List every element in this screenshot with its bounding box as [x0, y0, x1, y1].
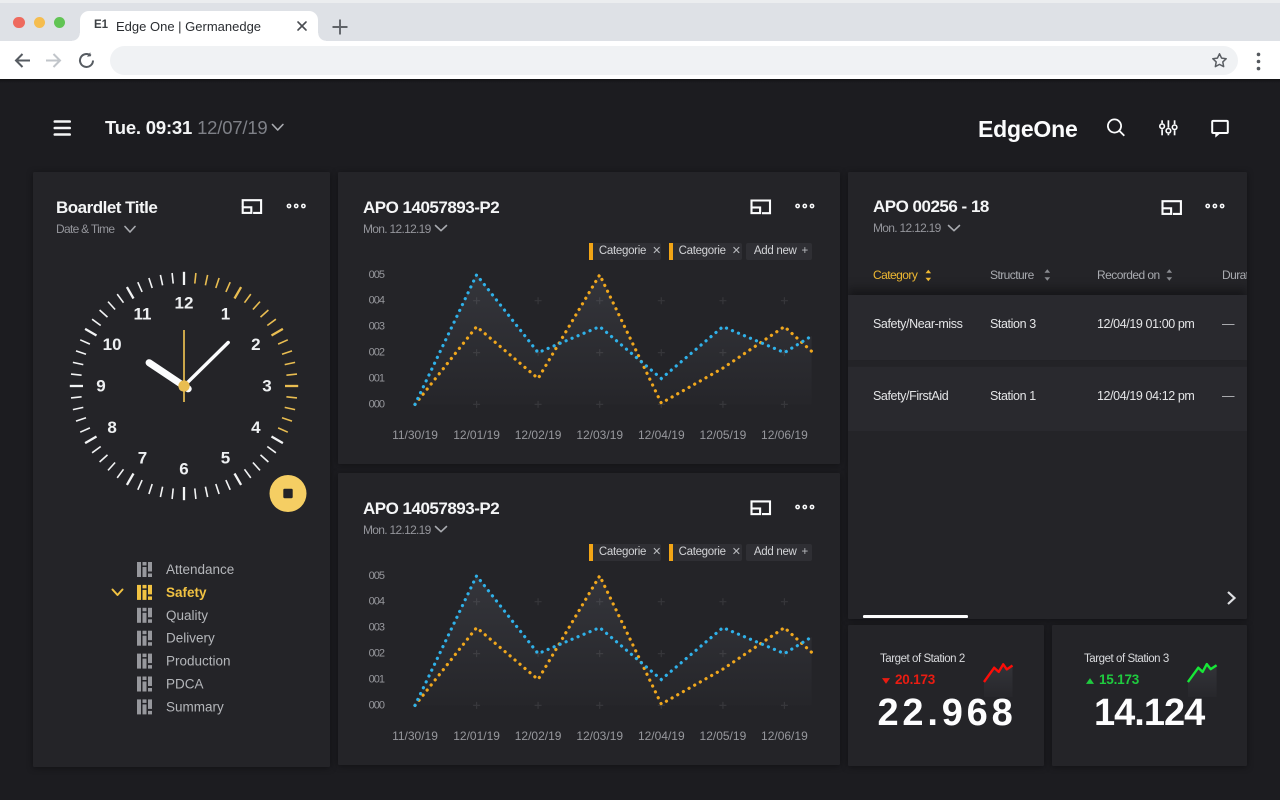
svg-text:12/06/19: 12/06/19	[761, 428, 808, 442]
svg-text:003: 003	[369, 622, 385, 634]
svg-text:12/01/19: 12/01/19	[453, 729, 500, 743]
svg-text:001: 001	[369, 373, 385, 385]
svg-text:10: 10	[103, 335, 122, 354]
svg-text:12/05/19: 12/05/19	[700, 729, 747, 743]
svg-text:12/03/19: 12/03/19	[576, 729, 623, 743]
svg-text:Production: Production	[166, 654, 231, 669]
svg-text:Quality: Quality	[166, 608, 208, 623]
svg-text:12/04/19: 12/04/19	[638, 428, 685, 442]
svg-text:12/02/19: 12/02/19	[515, 729, 562, 743]
svg-text:4: 4	[251, 418, 261, 437]
svg-text:000: 000	[369, 398, 385, 410]
svg-text:002: 002	[369, 648, 385, 660]
svg-text:000: 000	[369, 699, 385, 711]
svg-text:12/04/19: 12/04/19	[638, 729, 685, 743]
svg-text:12/03/19: 12/03/19	[576, 428, 623, 442]
svg-text:7: 7	[138, 448, 147, 467]
svg-text:12/01/19: 12/01/19	[453, 428, 500, 442]
svg-text:Attendance: Attendance	[166, 562, 234, 577]
svg-text:11: 11	[134, 305, 152, 324]
svg-text:005: 005	[369, 269, 385, 281]
svg-text:8: 8	[107, 418, 116, 437]
svg-text:12/05/19: 12/05/19	[700, 428, 747, 442]
svg-text:Delivery: Delivery	[166, 631, 215, 646]
svg-text:12: 12	[175, 294, 194, 313]
svg-text:005: 005	[369, 570, 385, 582]
svg-text:Summary: Summary	[166, 699, 224, 714]
svg-text:5: 5	[221, 448, 230, 467]
svg-text:12/06/19: 12/06/19	[761, 729, 808, 743]
svg-text:003: 003	[369, 321, 385, 333]
svg-text:11/30/19: 11/30/19	[392, 729, 438, 743]
svg-text:11/30/19: 11/30/19	[392, 428, 438, 442]
svg-text:PDCA: PDCA	[166, 677, 204, 692]
svg-text:12/02/19: 12/02/19	[515, 428, 562, 442]
svg-text:001: 001	[369, 674, 385, 686]
svg-text:2: 2	[251, 335, 260, 354]
svg-text:Safety: Safety	[166, 585, 207, 600]
svg-text:004: 004	[369, 596, 385, 608]
svg-text:002: 002	[369, 347, 385, 359]
svg-text:9: 9	[96, 377, 105, 396]
svg-text:004: 004	[369, 295, 385, 307]
svg-text:6: 6	[179, 460, 188, 479]
svg-text:1: 1	[221, 305, 230, 324]
svg-text:3: 3	[262, 377, 271, 396]
